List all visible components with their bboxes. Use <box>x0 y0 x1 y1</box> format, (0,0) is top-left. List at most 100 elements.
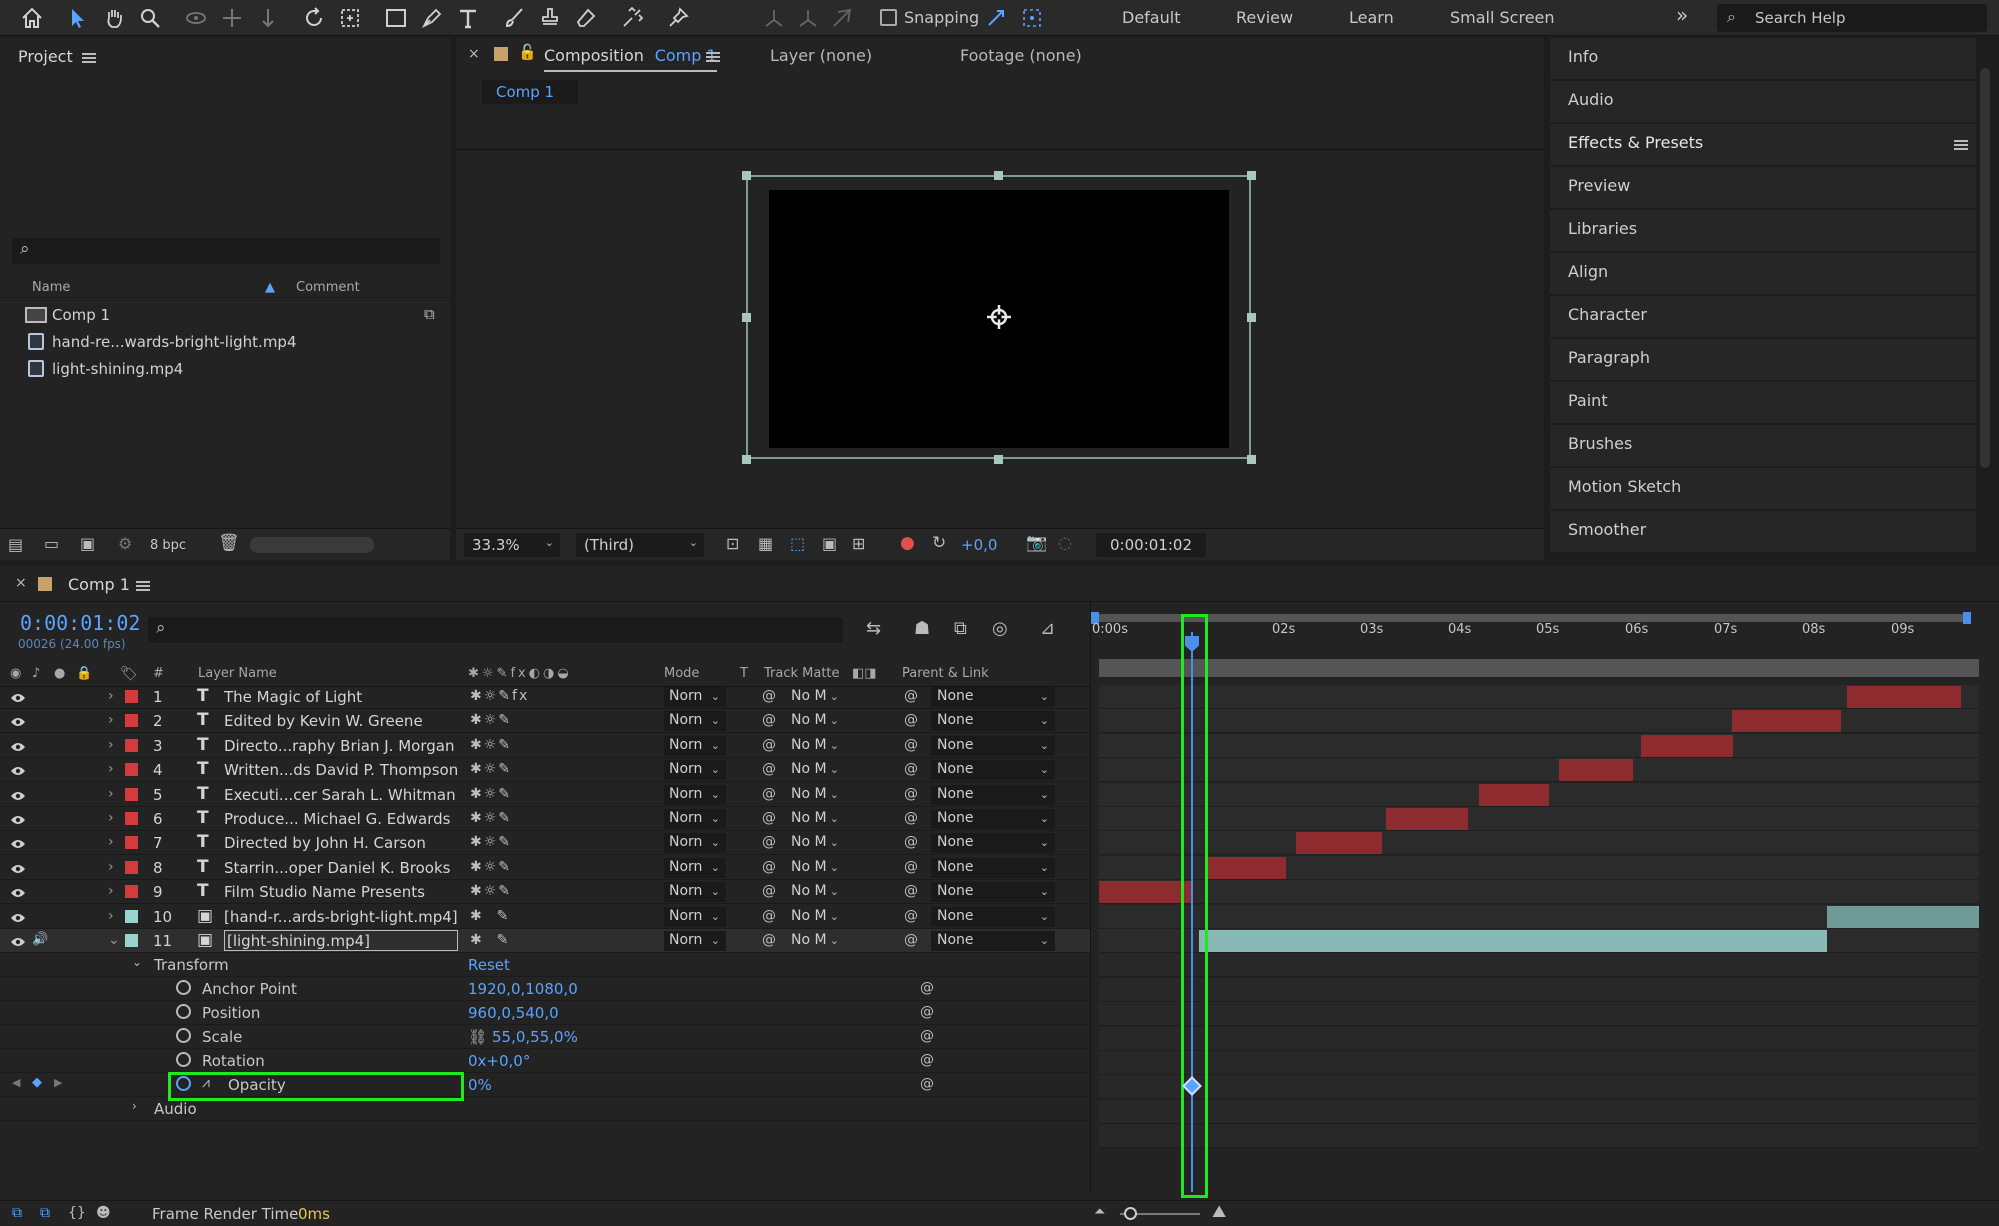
audio-switch-icon[interactable]: ♪ <box>32 666 40 681</box>
layer-track[interactable] <box>1099 880 1979 905</box>
layer-switches[interactable]: ✱☼✎ <box>470 883 512 899</box>
zoom-select[interactable]: 33.3% ⌄ <box>464 533 560 557</box>
zoom-tool-icon[interactable] <box>136 4 164 32</box>
effects-menu-icon[interactable] <box>1954 140 1968 150</box>
blend-mode-select[interactable]: Norn ⌄ <box>664 882 726 903</box>
mask-visibility-icon[interactable]: ⬚ <box>790 534 805 553</box>
composition-menu-icon[interactable] <box>706 52 720 62</box>
right-panels-scrollbar[interactable] <box>1980 68 1990 468</box>
layer-row[interactable]: › 5 T Executi...cer Sarah L. Whitman ✱☼✎ Norn… <box>0 783 1090 807</box>
transform-handle[interactable] <box>1247 313 1256 322</box>
layer-row[interactable]: 🔊 ⌄ 11 ▣ [light-shining.mp4] ✱ ✎ Norn ⌄ @ No M ⌄ @ N… <box>0 929 1090 953</box>
video-switch-icon[interactable]: ◉ <box>10 666 21 681</box>
layer-track[interactable] <box>1099 807 1979 831</box>
parent-pick-whip-icon[interactable]: @ <box>904 908 918 924</box>
track-matte-select[interactable]: No M ⌄ <box>785 882 845 902</box>
parent-pick-whip-icon[interactable]: @ <box>904 810 918 826</box>
layer-switches[interactable]: ✱ ✎ <box>470 932 510 948</box>
transform-handle[interactable] <box>742 313 751 322</box>
interpret-footage-icon[interactable]: ▤ <box>8 535 23 554</box>
solo-switch-icon[interactable]: ● <box>54 666 65 681</box>
property-value[interactable]: 0x+0,0° <box>468 1052 530 1070</box>
track-matte-select[interactable]: No M ⌄ <box>785 931 845 951</box>
selection-tool-icon[interactable] <box>64 4 92 32</box>
property-track[interactable] <box>1099 1124 1979 1149</box>
layer-name[interactable]: [hand-r...ards-bright-light.mp4] <box>224 908 458 926</box>
property-scale[interactable]: Scale ⛓ 55,0,55,0% @ <box>0 1025 1090 1049</box>
layer-track[interactable] <box>1099 733 1979 758</box>
tab-composition[interactable]: Composition Comp 1 <box>544 38 717 72</box>
show-snapshot-icon[interactable]: ◌ <box>1058 533 1072 552</box>
chevron-right-icon[interactable]: › <box>108 810 114 826</box>
parent-select[interactable]: None ⌄ <box>931 906 1055 927</box>
stopwatch-icon[interactable] <box>176 1004 191 1019</box>
layer-duration-bar[interactable] <box>1641 734 1733 757</box>
transform-handle[interactable] <box>742 171 751 180</box>
dolly-camera-icon[interactable] <box>254 4 282 32</box>
track-matte-select[interactable]: No M ⌄ <box>785 760 845 780</box>
project-settings-icon[interactable]: ⚙ <box>118 534 132 553</box>
work-area-bar[interactable] <box>1099 659 1979 677</box>
panel-character[interactable]: Character <box>1550 296 1976 337</box>
layer-row[interactable]: › 7 T Directed by John H. Carson ✱☼✎ Norn ⌄ @ No… <box>0 831 1090 856</box>
layer-name[interactable]: Starrin...oper Daniel K. Brooks <box>224 859 458 877</box>
add-keyframe-icon[interactable]: ◆ <box>32 1075 42 1090</box>
clone-stamp-tool-icon[interactable] <box>536 4 564 32</box>
reset-exposure-icon[interactable]: ↻ <box>932 533 946 553</box>
parent-select[interactable]: None ⌄ <box>931 760 1055 781</box>
layer-switches[interactable]: ✱☼✎ <box>470 859 512 875</box>
rotation-tool-icon[interactable] <box>300 4 328 32</box>
layer-track[interactable] <box>1099 709 1979 734</box>
pick-whip-icon[interactable]: @ <box>762 761 776 777</box>
property-value[interactable]: 0% <box>468 1076 492 1094</box>
column-layer-name[interactable]: Layer Name <box>198 666 277 681</box>
layer-name[interactable]: The Magic of Light <box>224 688 458 706</box>
in-out-toggle-icon[interactable]: {} <box>68 1205 86 1221</box>
pick-whip-icon[interactable]: @ <box>762 859 776 875</box>
blend-mode-select[interactable]: Norn ⌄ <box>664 809 726 829</box>
property-track[interactable] <box>1099 1002 1979 1027</box>
transform-group[interactable]: ⌄ Transform Reset <box>0 953 1090 977</box>
parent-pick-whip-icon[interactable]: @ <box>904 761 918 777</box>
timeline-search-input[interactable]: ⌕ <box>148 617 843 643</box>
shy-layers-icon[interactable]: ☗ <box>914 618 930 639</box>
panel-libraries[interactable]: Libraries <box>1550 210 1976 251</box>
stretch-toggle-icon[interactable]: ☻ <box>96 1205 111 1221</box>
transform-reset-link[interactable]: Reset <box>468 956 510 974</box>
snap-features-icon[interactable] <box>1018 4 1046 32</box>
layer-name[interactable]: Produce... Michael G. Edwards <box>224 810 458 828</box>
close-tab-icon[interactable]: × <box>468 46 480 62</box>
layer-duration-bar[interactable] <box>1296 832 1382 855</box>
composition-flowchart-icon[interactable]: ⇆ <box>866 618 881 639</box>
blend-mode-select[interactable]: Norn ⌄ <box>664 760 726 781</box>
blend-mode-select[interactable]: Norn ⌄ <box>664 687 726 707</box>
layer-duration-bar[interactable] <box>1099 881 1191 904</box>
layer-label-color[interactable] <box>125 738 138 752</box>
track-matte-select[interactable]: No M ⌄ <box>785 785 845 805</box>
viewer-timecode[interactable]: 0:00:01:02 <box>1096 533 1206 557</box>
snapshot-camera-icon[interactable]: 📷 <box>1026 533 1047 553</box>
eye-icon[interactable] <box>10 885 26 898</box>
track-matte-select[interactable]: No M ⌄ <box>785 736 845 756</box>
trash-icon[interactable]: 🗑 <box>218 533 240 553</box>
layer-label-color[interactable] <box>125 812 138 825</box>
pick-whip-icon[interactable]: @ <box>762 712 776 728</box>
constrain-proportions-icon[interactable]: ⛓ <box>468 1028 487 1046</box>
tab-footage[interactable]: Footage (none) <box>960 46 1082 65</box>
eye-icon[interactable] <box>10 739 26 751</box>
eye-icon[interactable] <box>10 690 26 702</box>
hand-tool-icon[interactable] <box>100 4 128 32</box>
layer-row[interactable]: › 9 T Film Studio Name Presents ✱☼✎ Norn ⌄ @ No … <box>0 880 1090 905</box>
track-matte-select[interactable]: No M ⌄ <box>785 687 845 707</box>
layer-duration-bar[interactable] <box>1386 808 1468 830</box>
parent-pick-whip-icon[interactable]: @ <box>904 932 918 948</box>
brush-tool-icon[interactable] <box>500 4 528 32</box>
project-item-comp[interactable]: Comp 1 ⧉ <box>0 301 450 328</box>
snapping-checkbox[interactable] <box>880 9 897 26</box>
layer-switches[interactable]: ✱☼✎ <box>470 786 512 802</box>
property-value[interactable]: 960,0,540,0 <box>468 1004 559 1022</box>
layer-track[interactable] <box>1099 904 1979 929</box>
rectangle-tool-icon[interactable] <box>382 4 410 32</box>
eye-icon[interactable] <box>10 861 26 873</box>
layer-label-color[interactable] <box>125 714 138 728</box>
